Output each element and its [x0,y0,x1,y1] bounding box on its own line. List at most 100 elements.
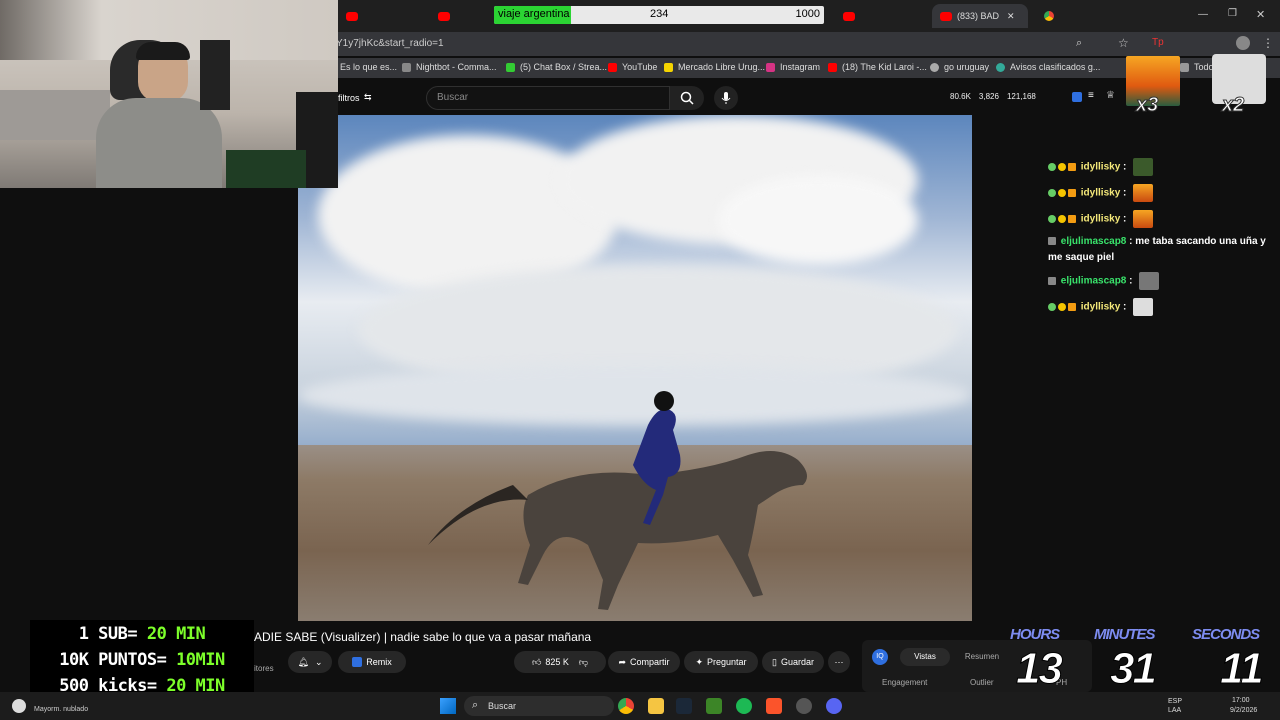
chat-overlay: idyllisky : idyllisky : idyllisky : elju… [1044,140,1274,320]
bookmark[interactable]: Mercado Libre Urug... [664,62,765,72]
search-icon: ⌕ [472,699,479,711]
menu-icon[interactable]: ⋮ [1262,36,1274,50]
chatbox-icon [506,62,515,72]
ads-icon [996,62,1005,72]
url-text[interactable]: Y1y7jhKc&start_radio=1 [336,38,444,49]
bookmark[interactable]: (5) Chat Box / Strea... [506,62,607,72]
trophy-icon[interactable]: ♕ [1106,90,1115,101]
like-dislike-button[interactable]: 👍︎ 825 K 👎︎ [514,651,606,673]
taskbar-search[interactable]: ⌕ Buscar [464,696,614,716]
language-indicator-2[interactable]: LAA [1168,707,1181,714]
ask-button[interactable]: ✦ Preguntar [684,651,758,673]
youtube-icon [608,62,617,72]
spotify-icon[interactable] [736,698,752,714]
bookmark-icon: ▯ [772,656,777,667]
close-window-icon[interactable]: ✕ [1256,8,1265,21]
goal-target: 1000 [795,8,820,20]
hours-value: 13 [1016,644,1064,694]
browser-tab[interactable] [338,4,428,28]
stat-subs: 121,168 [1006,92,1036,101]
minimize-icon[interactable]: — [1198,9,1208,20]
extension-icon[interactable] [1072,92,1082,102]
filter-icon[interactable]: ⇆ [364,92,372,103]
weather-icon[interactable] [12,699,26,713]
more-actions-button[interactable]: ⋯ [828,651,850,673]
filters-label[interactable]: filtros [338,93,360,103]
subathon-rules-overlay: 1 SUB= 20 MIN 10K PUNTOS= 10MIN 500 kick… [30,620,254,702]
bell-icon: 🔔︎ [297,656,309,667]
tab-summary[interactable]: Resumen [962,648,1002,666]
restore-icon[interactable]: ❐ [1228,8,1237,19]
remix-icon [352,657,363,667]
clock-time[interactable]: 17:00 [1232,697,1250,704]
hours-label: HOURS [1010,626,1060,643]
emote-multiplier-left: x3 [1135,94,1159,117]
streamer-cap [136,42,190,60]
thumbs-down-icon[interactable]: 👎︎ [579,657,588,668]
browser-tab[interactable] [430,4,490,28]
weather-text[interactable]: Mayorm. nublado [34,706,88,713]
browser-tab[interactable] [1036,4,1096,28]
chrome-icon[interactable] [618,698,634,714]
chat-message: idyllisky : [1048,298,1154,316]
profile-avatar[interactable] [1236,36,1250,50]
video-title: ADIE SABE (Visualizer) | nadie sabe lo q… [254,630,592,644]
remix-button[interactable]: Remix [338,651,406,673]
tab-views[interactable]: Vistas [900,648,950,666]
emote [1133,184,1154,202]
steam-icon[interactable] [676,698,692,714]
tab-title: (833) BAD [957,11,1000,21]
chat-username: eljulimascap8 [1060,275,1127,287]
bookmark[interactable]: Nightbot - Comma... [402,62,497,72]
search-input[interactable]: Buscar [426,86,670,110]
youtube-icon [843,11,855,21]
language-indicator[interactable]: ESP [1168,698,1182,705]
bookmark[interactable]: go uruguay [930,62,989,72]
discord-icon[interactable] [826,698,842,714]
search-button[interactable] [670,86,704,110]
zoom-icon[interactable]: ⌕ [1076,37,1082,50]
bookmark[interactable]: Avisos clasificados g... [996,62,1100,72]
sparkle-icon: ✦ [695,656,703,667]
minecraft-icon[interactable] [706,698,722,714]
star-icon[interactable]: ☆ [1118,36,1129,50]
extension-stats: 80.6K 3,826 121,168 [950,92,1036,101]
mercadolibre-icon [664,62,673,72]
cast-icon[interactable]: ≡ [1088,90,1094,101]
share-button[interactable]: ➦ Compartir [608,651,680,673]
chat-username: idyllisky [1080,213,1121,225]
youtube-icon [346,11,358,21]
notifications-button[interactable]: 🔔︎ ⌄ [288,651,332,673]
chat-username: idyllisky [1080,187,1121,199]
rule-line: 10K PUNTOS= 10MIN [59,650,225,670]
video-player[interactable] [298,115,972,621]
chat-message: idyllisky : [1048,158,1154,176]
youtube-icon [940,11,952,21]
bookmark[interactable]: Instagram [766,62,820,72]
close-tab-icon[interactable]: ✕ [1007,11,1015,22]
extension-icon[interactable]: Tp [1152,37,1164,48]
clock-date[interactable]: 9/2/2026 [1230,707,1257,714]
youtube-icon [438,11,450,21]
chat-message: idyllisky : [1048,184,1154,202]
share-icon: ➦ [618,656,627,667]
save-button[interactable]: ▯ Guardar [762,651,824,673]
microphone-arm [200,40,230,110]
bookmark[interactable]: Es lo que es... [340,62,397,72]
browser-tab[interactable] [835,4,925,28]
browser-tab-active[interactable]: (833) BAD ✕ [932,4,1028,28]
settings-icon[interactable] [796,698,812,714]
windows-taskbar: Mayorm. nublado ⌕ Buscar ESP LAA 17:00 9… [0,692,1280,720]
start-icon[interactable] [440,698,456,714]
folder-icon[interactable] [648,698,664,714]
brave-icon[interactable] [766,698,782,714]
folder-icon [1180,62,1189,72]
globe-icon [930,62,939,72]
voice-search-button[interactable] [714,86,738,110]
chat-message: eljulimascap8 : [1048,272,1160,290]
seconds-label: SECONDS [1192,626,1260,643]
emote [1133,210,1154,228]
bookmark[interactable]: YouTube [608,62,657,72]
bookmark[interactable]: (18) The Kid Laroi -... [828,62,927,72]
engagement-label: Engagement [882,678,928,687]
